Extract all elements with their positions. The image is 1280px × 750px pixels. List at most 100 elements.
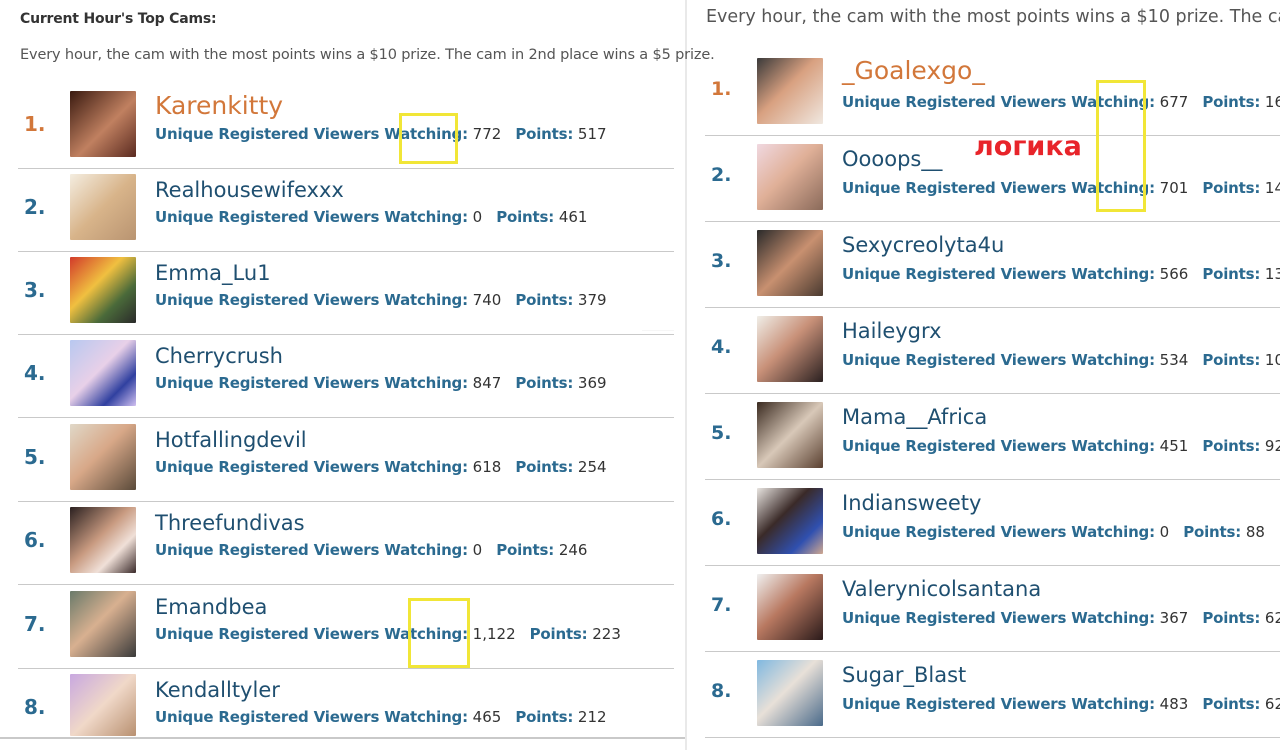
cam-thumbnail[interactable] bbox=[757, 58, 823, 124]
cam-stats: Unique Registered Viewers Watching: 0 Poi… bbox=[842, 523, 1265, 541]
cam-name-link[interactable]: Mama__Africa bbox=[842, 405, 987, 429]
points-value: 461 bbox=[558, 208, 588, 226]
cam-row[interactable]: 1. _Goalexgo_ Unique Registered Viewers … bbox=[705, 50, 1280, 136]
points-label: Points: bbox=[515, 125, 574, 143]
cam-stats: Unique Registered Viewers Watching: 701 P… bbox=[842, 179, 1280, 197]
cam-thumbnail[interactable] bbox=[70, 257, 136, 323]
cam-thumbnail[interactable] bbox=[757, 402, 823, 468]
viewers-label: Unique Registered Viewers Watching: bbox=[842, 351, 1155, 369]
rank-number: 5. bbox=[24, 445, 46, 469]
cam-name-link[interactable]: Hotfallingdevil bbox=[155, 428, 307, 452]
highlight-box bbox=[1096, 80, 1146, 212]
viewers-label: Unique Registered Viewers Watching: bbox=[155, 291, 468, 309]
cam-row[interactable]: 2. Realhousewifexxx Unique Registered Vi… bbox=[18, 168, 674, 252]
points-value: 62 bbox=[1264, 609, 1280, 627]
left-panel: Current Hour's Top Cams: Every hour, the… bbox=[0, 0, 715, 750]
cam-name-link[interactable]: Sugar_Blast bbox=[842, 663, 966, 687]
cam-row[interactable]: 6. Threefundivas Unique Registered Viewe… bbox=[18, 501, 674, 585]
cam-name-link[interactable]: Indiansweety bbox=[842, 491, 981, 515]
points-value: 147 bbox=[1264, 179, 1280, 197]
cam-thumbnail[interactable] bbox=[757, 488, 823, 554]
rank-number: 4. bbox=[711, 336, 732, 358]
points-value: 108 bbox=[1264, 351, 1280, 369]
cam-stats: Unique Registered Viewers Watching: 566 P… bbox=[842, 265, 1280, 283]
cam-row[interactable]: 8. Sugar_Blast Unique Registered Viewers… bbox=[705, 652, 1280, 738]
cam-thumbnail[interactable] bbox=[757, 316, 823, 382]
cam-row[interactable]: 7. Emandbea Unique Registered Viewers Wa… bbox=[18, 585, 674, 669]
viewers-count: 451 bbox=[1159, 437, 1189, 455]
cam-name-link[interactable]: Cherrycrush bbox=[155, 344, 283, 368]
cam-thumbnail[interactable] bbox=[70, 91, 136, 157]
cam-name-link[interactable]: Kendalltyler bbox=[155, 678, 280, 702]
cam-thumbnail[interactable] bbox=[70, 174, 136, 240]
cam-stats: Unique Registered Viewers Watching: 0 Poi… bbox=[155, 208, 587, 226]
viewers-count: 566 bbox=[1159, 265, 1189, 283]
points-label: Points: bbox=[1202, 351, 1261, 369]
cam-row[interactable]: 1. Karenkitty Unique Registered Viewers … bbox=[18, 85, 674, 169]
cam-row[interactable]: 5. Mama__Africa Unique Registered Viewer… bbox=[705, 394, 1280, 480]
cam-row[interactable]: 7. Valerynicolsantana Unique Registered … bbox=[705, 566, 1280, 652]
cam-name-link[interactable]: Karenkitty bbox=[155, 91, 283, 120]
cam-stats: Unique Registered Viewers Watching: 465 P… bbox=[155, 708, 607, 726]
cam-stats: Unique Registered Viewers Watching: 451 P… bbox=[842, 437, 1280, 455]
points-label: Points: bbox=[515, 374, 574, 392]
cam-name-link[interactable]: _Goalexgo_ bbox=[842, 56, 985, 85]
cam-row[interactable]: 3. Emma_Lu1 Unique Registered Viewers Wa… bbox=[18, 251, 674, 335]
points-label: Points: bbox=[1202, 265, 1261, 283]
cam-thumbnail[interactable] bbox=[70, 591, 136, 657]
right-panel: Every hour, the cam with the most points… bbox=[687, 0, 1280, 750]
cam-stats: Unique Registered Viewers Watching: 677 P… bbox=[842, 93, 1280, 111]
highlight-box bbox=[408, 598, 470, 668]
cam-name-link[interactable]: Sexycreolyta4u bbox=[842, 233, 1004, 257]
rank-number: 2. bbox=[711, 164, 732, 186]
cam-name-link[interactable]: Threefundivas bbox=[155, 511, 305, 535]
points-label: Points: bbox=[529, 625, 588, 643]
cam-row[interactable]: 6. Indiansweety Unique Registered Viewer… bbox=[705, 480, 1280, 566]
points-label: Points: bbox=[515, 291, 574, 309]
viewers-count: 701 bbox=[1159, 179, 1189, 197]
cam-row[interactable]: 8. Kendalltyler Unique Registered Viewer… bbox=[18, 668, 674, 738]
cam-thumbnail[interactable] bbox=[70, 507, 136, 573]
viewers-count: 465 bbox=[472, 708, 502, 726]
cam-name-link[interactable]: Emma_Lu1 bbox=[155, 261, 271, 285]
cam-stats: Unique Registered Viewers Watching: 772 P… bbox=[155, 125, 607, 143]
cam-thumbnail[interactable] bbox=[70, 674, 136, 736]
points-label: Points: bbox=[1202, 695, 1261, 713]
cam-stats: Unique Registered Viewers Watching: 1,12… bbox=[155, 625, 621, 643]
cam-row[interactable]: 5. Hotfallingdevil Unique Registered Vie… bbox=[18, 418, 674, 502]
cam-name-link[interactable]: Emandbea bbox=[155, 595, 267, 619]
rank-number: 1. bbox=[24, 112, 46, 136]
cam-thumbnail[interactable] bbox=[757, 574, 823, 640]
points-label: Points: bbox=[1202, 609, 1261, 627]
cam-name-link[interactable]: Oooops__ bbox=[842, 147, 942, 171]
prize-description: Every hour, the cam with the most points… bbox=[706, 7, 1280, 27]
points-label: Points: bbox=[496, 208, 555, 226]
points-value: 212 bbox=[577, 708, 607, 726]
points-value: 379 bbox=[577, 291, 607, 309]
cam-name-link[interactable]: Haileygrx bbox=[842, 319, 942, 343]
viewers-label: Unique Registered Viewers Watching: bbox=[155, 458, 468, 476]
viewers-count: 772 bbox=[472, 125, 502, 143]
rank-number: 8. bbox=[711, 680, 732, 702]
cam-row[interactable]: 4. Cherrycrush Unique Registered Viewers… bbox=[18, 334, 674, 418]
cam-name-link[interactable]: Valerynicolsantana bbox=[842, 577, 1041, 601]
cam-thumbnail[interactable] bbox=[757, 144, 823, 210]
cam-stats: Unique Registered Viewers Watching: 0 Poi… bbox=[155, 541, 587, 559]
cam-thumbnail[interactable] bbox=[70, 340, 136, 406]
viewers-label: Unique Registered Viewers Watching: bbox=[155, 708, 468, 726]
cam-thumbnail[interactable] bbox=[70, 424, 136, 490]
points-label: Points: bbox=[496, 541, 555, 559]
cam-stats: Unique Registered Viewers Watching: 367 P… bbox=[842, 609, 1280, 627]
viewers-count: 367 bbox=[1159, 609, 1189, 627]
viewers-label: Unique Registered Viewers Watching: bbox=[842, 265, 1155, 283]
cam-stats: Unique Registered Viewers Watching: 534 P… bbox=[842, 351, 1280, 369]
viewers-count: 0 bbox=[472, 541, 483, 559]
cam-row[interactable]: 3. Sexycreolyta4u Unique Registered View… bbox=[705, 222, 1280, 308]
cam-thumbnail[interactable] bbox=[757, 230, 823, 296]
points-value: 254 bbox=[577, 458, 607, 476]
cam-row[interactable]: 4. Haileygrx Unique Registered Viewers W… bbox=[705, 308, 1280, 394]
cam-name-link[interactable]: Realhousewifexxx bbox=[155, 178, 344, 202]
cam-thumbnail[interactable] bbox=[757, 660, 823, 726]
points-label: Points: bbox=[1183, 523, 1242, 541]
viewers-count: 0 bbox=[1159, 523, 1170, 541]
